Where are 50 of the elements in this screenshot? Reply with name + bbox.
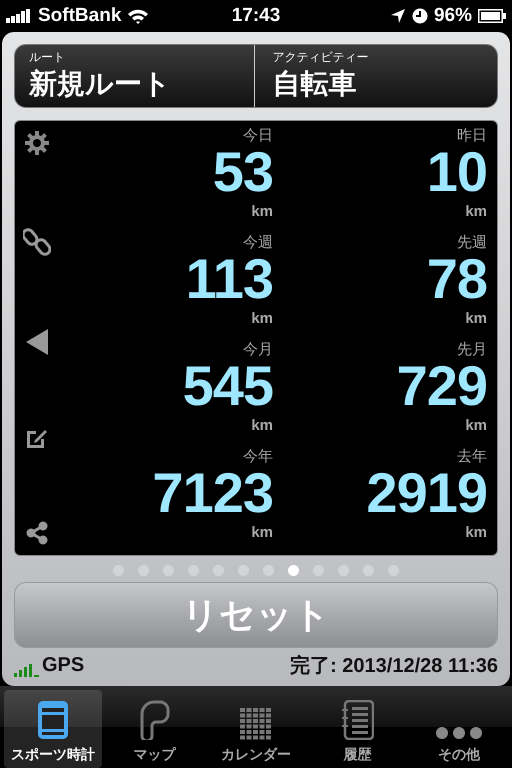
stat-unit: km [251, 523, 273, 543]
stat-value: 53 [212, 145, 273, 199]
stat-label: 去年 [457, 448, 487, 466]
back-triangle-icon[interactable] [26, 329, 48, 355]
stat-value: 78 [426, 252, 487, 306]
battery-icon [478, 9, 506, 23]
clock-icon [412, 8, 428, 24]
clock-time: 17:43 [232, 5, 280, 27]
stat-label: 先週 [457, 234, 487, 252]
route-icon [138, 700, 170, 740]
more-icon [435, 726, 484, 740]
calendar-grid-icon [240, 708, 272, 740]
stat-unit: km [251, 202, 273, 222]
stat-value: 2919 [366, 466, 487, 520]
stat-label: 今週 [243, 234, 273, 252]
stat-value: 545 [182, 359, 273, 413]
stat-label: 今年 [243, 448, 273, 466]
carrier-name: SoftBank [38, 5, 122, 27]
wifi-icon [127, 8, 150, 24]
stat-value: 113 [186, 252, 273, 306]
page-dot[interactable] [288, 565, 299, 576]
stat-unit: km [465, 523, 487, 543]
stat-unit: km [465, 416, 487, 436]
stat-unit: km [251, 309, 273, 329]
gps-signal-icon [14, 663, 40, 677]
tab[interactable]: カレンダー [207, 690, 305, 768]
tab[interactable]: 履歴 [308, 690, 406, 768]
link-icon[interactable] [23, 227, 51, 257]
tab[interactable]: マップ [106, 690, 204, 768]
share-icon[interactable] [25, 521, 49, 545]
edit-icon[interactable] [26, 427, 48, 449]
stat-unit: km [465, 309, 487, 329]
stat-unit: km [251, 416, 273, 436]
stat-value: 7123 [152, 466, 273, 520]
stat-label: 先月 [457, 341, 487, 359]
stopwatch-screen-icon [36, 700, 69, 740]
stat-unit: km [465, 202, 487, 222]
stat-value: 729 [396, 359, 487, 413]
stat-value: 10 [426, 145, 487, 199]
signal-icon [6, 9, 32, 23]
gps-label: GPS [42, 654, 84, 677]
battery-percent: 96% [434, 5, 472, 27]
completed-time: 完了: 2013/12/28 11:36 [290, 654, 498, 679]
tab[interactable]: スポーツ時計 [4, 690, 102, 768]
stat-label: 昨日 [457, 127, 487, 145]
stat-label: 今月 [243, 341, 273, 359]
tab[interactable]: その他 [410, 690, 508, 768]
stat-label: 今日 [243, 127, 273, 145]
location-arrow-icon [390, 8, 406, 24]
notebook-icon [342, 700, 374, 740]
